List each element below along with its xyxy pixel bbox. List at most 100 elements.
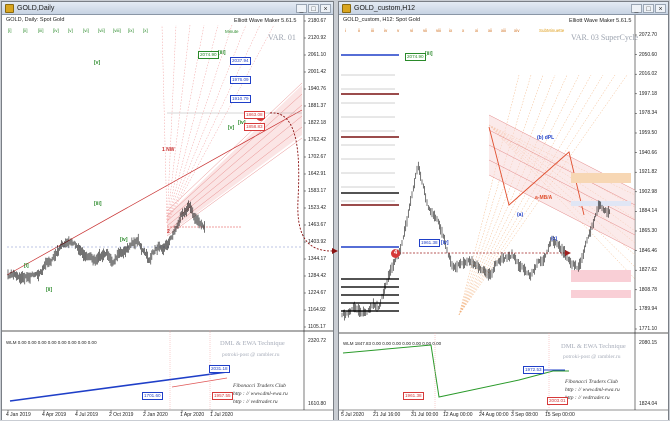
- right-site-url-1: http : // www.dml-ewa.ru: [565, 387, 620, 393]
- left-top-tag: [x]: [143, 28, 148, 33]
- right-wave-label: [iii]: [425, 51, 433, 57]
- left-price-label: 1105.17: [308, 324, 326, 330]
- left-variant-label: VAR. 01: [268, 33, 296, 42]
- right-window-title: GOLD_custom,H12: [354, 4, 416, 12]
- right-date-label: 21 Jul 16:00: [373, 412, 401, 418]
- right-technique-text: DML & EWA Technique: [561, 343, 626, 350]
- left-titlebar[interactable]: GOLD,Daily _ □ ×: [2, 2, 333, 15]
- left-price-box: 2037.94: [230, 57, 251, 65]
- right-chart-window[interactable]: GOLD_custom,H12 _ □ × GOLD_custom, H12: …: [338, 1, 669, 420]
- right-technique-email: potroki-post @ rambler.ru: [563, 354, 621, 360]
- right-ind-box: 1972.53: [523, 366, 544, 374]
- left-wave-label: [v]: [228, 125, 235, 131]
- left-price-box: 1910.79: [230, 95, 251, 103]
- left-top-tag: [ix]: [128, 28, 134, 33]
- left-ind-box: 2031.18: [209, 365, 230, 373]
- left-indicator-label: WLM 0.00 0.00 0.00 0.00 0.00 0.00 0.00 0…: [6, 340, 97, 345]
- left-price-label: 1822.18: [308, 120, 327, 126]
- right-price-label: 1940.66: [639, 149, 658, 156]
- right-titlebar[interactable]: GOLD_custom,H12 _ □ ×: [339, 2, 668, 15]
- right-date-label: 24 Aug 00:00: [479, 412, 509, 418]
- right-top-tag: xi: [475, 28, 479, 33]
- left-wave-label: 2: [167, 229, 170, 235]
- left-top-tag: [vi]: [83, 28, 89, 33]
- right-ind-box: 1961.38: [403, 392, 424, 400]
- right-top-tag: vii: [423, 28, 428, 33]
- right-price-label: 1997.18: [639, 90, 658, 97]
- left-chart-window[interactable]: GOLD,Daily _ □ × GOLD, Daily: Spot Gold …: [1, 1, 334, 420]
- left-price-box: 1976.09: [230, 76, 251, 84]
- left-technique-email: potroki-post @ rambler.ru: [222, 352, 280, 358]
- close-button[interactable]: ×: [655, 3, 666, 13]
- right-subminuette-label: SubMinuette: [539, 28, 565, 33]
- left-price-label: 1344.17: [308, 256, 327, 262]
- left-chart-area[interactable]: GOLD, Daily: Spot Gold Elliott Wave Make…: [2, 15, 333, 420]
- left-site-url-2: http : // vedtrader.ru: [233, 399, 278, 405]
- right-price-label: 1921.82: [639, 169, 658, 176]
- left-wave-label: 1 NW: [162, 147, 175, 153]
- left-wave-label: [iv]: [120, 237, 128, 243]
- maximize-button[interactable]: □: [308, 3, 319, 13]
- right-site-url-2: http : // vedtrader.ru: [565, 395, 610, 401]
- right-price-label: 1846.46: [639, 247, 658, 254]
- left-price-label: 1463.67: [308, 222, 327, 228]
- left-price-label: 1940.76: [308, 86, 327, 92]
- right-price-label: 1959.50: [639, 130, 658, 136]
- left-wave-label: [v]: [94, 60, 101, 66]
- left-price-label: 2001.42: [308, 69, 327, 75]
- right-price-box: 2074.90: [405, 53, 426, 61]
- chart-icon: [342, 3, 351, 13]
- right-price-label: 1978.34: [639, 110, 658, 117]
- minimize-button[interactable]: _: [296, 3, 307, 13]
- close-button[interactable]: ×: [320, 3, 331, 13]
- right-ind-price-label: 1824.04: [639, 401, 658, 407]
- right-date-label: 5 Jul 2020: [341, 412, 365, 418]
- right-top-tag: v: [397, 28, 400, 33]
- right-top-tag: iv: [384, 28, 388, 33]
- left-technique-text: DML & EWA Technique: [220, 340, 285, 347]
- right-top-tag: iii: [371, 28, 374, 33]
- right-top-tag: xiii: [501, 28, 507, 33]
- right-price-label: 1771.10: [639, 326, 658, 332]
- right-date-label: 12 Aug 00:00: [443, 412, 473, 418]
- left-price-label: 1164.92: [308, 307, 326, 313]
- minimize-button[interactable]: _: [631, 3, 642, 13]
- left-price-chart[interactable]: [2, 15, 333, 420]
- maximize-button[interactable]: □: [643, 3, 654, 13]
- left-top-tag: [vii]: [98, 28, 105, 33]
- right-indicator-label: WLM 1847.83 0.00 0.00 0.00 0.00 0.00 0.0…: [343, 341, 442, 346]
- right-top-tag: ii: [358, 28, 360, 33]
- left-ind-box: 1701.60: [142, 392, 163, 400]
- right-date-label: 15 Sep 00:00: [545, 412, 575, 418]
- left-price-box: 1863.08: [244, 111, 265, 119]
- right-zone-pink: [571, 270, 631, 282]
- left-date-label: 4 Jan 2019: [6, 412, 31, 418]
- right-top-tag: viii: [436, 28, 442, 33]
- left-price-label: 1403.92: [308, 239, 327, 245]
- right-marker-badge[interactable]: 4: [391, 249, 400, 258]
- right-date-label: 31 Jul 00:00: [411, 412, 439, 418]
- left-price-label: 2180.67: [308, 18, 327, 24]
- left-date-label: 4 Jul 2019: [75, 412, 99, 418]
- right-ind-price-label: 2080.15: [639, 340, 658, 346]
- right-date-label: 3 Sep 08:00: [511, 412, 538, 418]
- right-ewm-label: Elliott Wave Maker 5.61.5: [569, 18, 632, 24]
- right-price-box: 1961.38: [419, 239, 440, 247]
- left-wave-label: [i]: [24, 263, 29, 269]
- right-chart-area[interactable]: GOLD_custom, H12: Spot Gold Elliott Wave…: [339, 15, 668, 420]
- left-top-tag: [iv]: [53, 28, 59, 33]
- right-price-label: 1902.98: [639, 188, 658, 195]
- left-ewm-label: Elliott Wave Maker 5.61.5: [234, 18, 297, 24]
- left-top-tag: [viii]: [113, 28, 121, 33]
- right-ind-box: 2003.01: [547, 397, 568, 405]
- left-date-label: 2 Oct 2019: [109, 412, 134, 418]
- left-price-label: 1224.67: [308, 290, 327, 296]
- left-date-label: 2 Jan 2020: [143, 412, 168, 418]
- left-price-label: 2061.10: [308, 52, 327, 58]
- right-wave-label: (a): [517, 212, 524, 218]
- left-price-label: 1881.37: [308, 103, 327, 109]
- left-top-tag: [i]: [8, 28, 12, 33]
- left-date-label: 1 Apr 2020: [180, 412, 205, 418]
- left-top-tag: [iii]: [38, 28, 44, 33]
- right-top-tag: xii: [488, 28, 493, 33]
